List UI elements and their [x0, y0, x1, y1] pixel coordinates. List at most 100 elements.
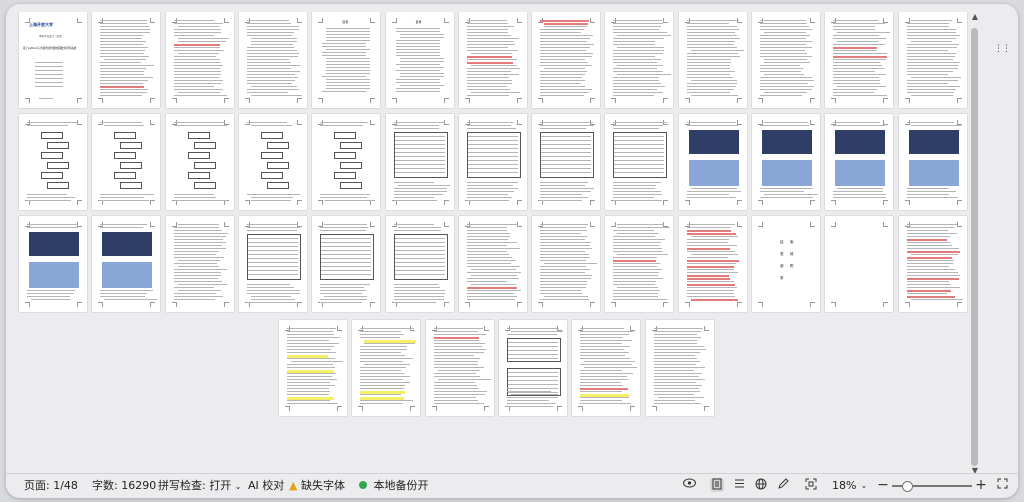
- page-thumbnail[interactable]: [165, 216, 234, 312]
- page-thumbnail[interactable]: [385, 114, 454, 210]
- text-line: [246, 227, 300, 228]
- missing-fonts-label: 缺失字体: [300, 479, 345, 492]
- scroll-up-icon[interactable]: ▲: [970, 12, 980, 22]
- text-line: [394, 140, 445, 141]
- crop-mark: [483, 406, 489, 411]
- multi-page-canvas[interactable]: 上海开放大学 本科毕业设计（论文） 基于python与大模型的智能校园图文问答系统 目…: [16, 12, 974, 472]
- spellcheck-toggle[interactable]: 拼写检查: 打开 ⌄: [158, 479, 241, 493]
- page-thumbnail[interactable]: [825, 114, 894, 210]
- text-line: [613, 284, 655, 285]
- page-thumbnail[interactable]: [532, 12, 601, 108]
- page-thumbnail[interactable]: [385, 216, 454, 312]
- text-line: [540, 86, 585, 87]
- eye-icon[interactable]: [682, 478, 696, 492]
- marked-text: [686, 266, 735, 268]
- text-line: [506, 328, 559, 329]
- text-line: [466, 296, 517, 297]
- text-line: [326, 31, 371, 32]
- text-line: [466, 197, 512, 198]
- page-thumbnail[interactable]: 上海开放大学 本科毕业设计（论文） 基于python与大模型的智能校园图文问答系统: [19, 12, 87, 108]
- page-thumbnail[interactable]: [752, 114, 820, 210]
- text-line: [580, 340, 633, 341]
- page-thumbnail[interactable]: [279, 320, 347, 416]
- page-thumbnail[interactable]: [898, 114, 967, 210]
- page-thumbnail[interactable]: [605, 114, 674, 210]
- missing-fonts-button[interactable]: ▲ 缺失字体: [289, 479, 345, 493]
- page-indicator[interactable]: 页面: 1/48: [24, 479, 78, 493]
- fullscreen-icon[interactable]: [995, 478, 1009, 492]
- page-thumbnail[interactable]: [458, 216, 527, 312]
- text-line: [686, 62, 731, 63]
- page-thumbnail[interactable]: [605, 12, 674, 108]
- text-line: [394, 266, 445, 267]
- page-thumbnail[interactable]: [572, 320, 641, 416]
- page-thumbnail[interactable]: 目录: [385, 12, 454, 108]
- page-thumbnail[interactable]: [898, 12, 967, 108]
- crop-mark: [296, 200, 302, 205]
- page-thumbnail[interactable]: [92, 114, 161, 210]
- page-thumbnail[interactable]: [165, 12, 234, 108]
- pen-icon[interactable]: [776, 478, 790, 492]
- page-thumbnail[interactable]: [825, 12, 894, 108]
- crop-mark: [516, 120, 522, 125]
- text-line: [467, 136, 518, 137]
- text-line: [613, 269, 662, 270]
- text-line: [287, 343, 340, 344]
- page-thumbnail[interactable]: [458, 114, 527, 210]
- plus-icon[interactable]: +: [974, 478, 988, 492]
- text-line: [613, 257, 657, 258]
- page-thumbnail[interactable]: 结 束语 致谢 附录: [752, 216, 820, 312]
- page-thumbnail[interactable]: [678, 114, 747, 210]
- zoom-slider-knob[interactable]: [902, 481, 914, 492]
- page-thumbnail[interactable]: [532, 114, 601, 210]
- ai-proofread-button[interactable]: AI 校对: [248, 479, 284, 493]
- page-thumbnail[interactable]: [238, 12, 307, 108]
- page-thumbnail[interactable]: [898, 216, 967, 312]
- page-thumbnail[interactable]: [458, 12, 527, 108]
- text-line: [540, 200, 583, 201]
- page-thumbnail[interactable]: [165, 114, 234, 210]
- page-thumbnail[interactable]: [498, 320, 567, 416]
- page-thumbnail[interactable]: [532, 216, 601, 312]
- page-thumbnail[interactable]: [312, 216, 381, 312]
- text-line: [466, 44, 516, 45]
- page-thumbnail[interactable]: [312, 114, 381, 210]
- page-thumbnail[interactable]: [825, 216, 894, 312]
- minus-icon[interactable]: −: [876, 478, 890, 492]
- text-line: [100, 293, 147, 294]
- page-layout-icon[interactable]: [710, 478, 724, 492]
- page-thumbnail[interactable]: 目录: [312, 12, 381, 108]
- crop-mark: [150, 18, 156, 23]
- page-thumbnail[interactable]: [645, 320, 714, 416]
- scroll-thumb[interactable]: [971, 28, 978, 466]
- page-thumbnail[interactable]: [92, 12, 161, 108]
- page-thumbnail[interactable]: [425, 320, 494, 416]
- outline-icon[interactable]: [732, 478, 746, 492]
- text-line: [764, 122, 809, 123]
- page-thumbnail[interactable]: [19, 114, 87, 210]
- page-thumbnail[interactable]: [238, 216, 307, 312]
- zoom-level[interactable]: 18%: [832, 479, 856, 493]
- page-thumbnail[interactable]: [92, 216, 161, 312]
- text-line: [433, 403, 484, 404]
- local-backup-button[interactable]: 本地备份开: [359, 479, 429, 493]
- page-thumbnail[interactable]: [238, 114, 307, 210]
- page-thumbnail[interactable]: [678, 216, 747, 312]
- chevron-down-icon[interactable]: ⌄: [857, 478, 871, 492]
- text-line: [287, 379, 338, 380]
- fit-page-icon[interactable]: [804, 478, 818, 492]
- text-line: [764, 32, 806, 33]
- word-count[interactable]: 字数: 16290: [92, 479, 156, 493]
- page-thumbnail[interactable]: [605, 216, 674, 312]
- figure-block: [908, 160, 959, 186]
- marked-text: [906, 257, 953, 259]
- text-line: [906, 86, 961, 87]
- page-thumbnail[interactable]: [752, 12, 820, 108]
- web-layout-icon[interactable]: [754, 478, 768, 492]
- more-icon[interactable]: ⋮⋮: [994, 44, 1011, 54]
- page-thumbnail[interactable]: [352, 320, 421, 416]
- page-thumbnail[interactable]: [19, 216, 87, 312]
- vertical-scrollbar[interactable]: ▲ ▼: [968, 12, 982, 476]
- text-line: [686, 23, 729, 24]
- page-thumbnail[interactable]: [678, 12, 747, 108]
